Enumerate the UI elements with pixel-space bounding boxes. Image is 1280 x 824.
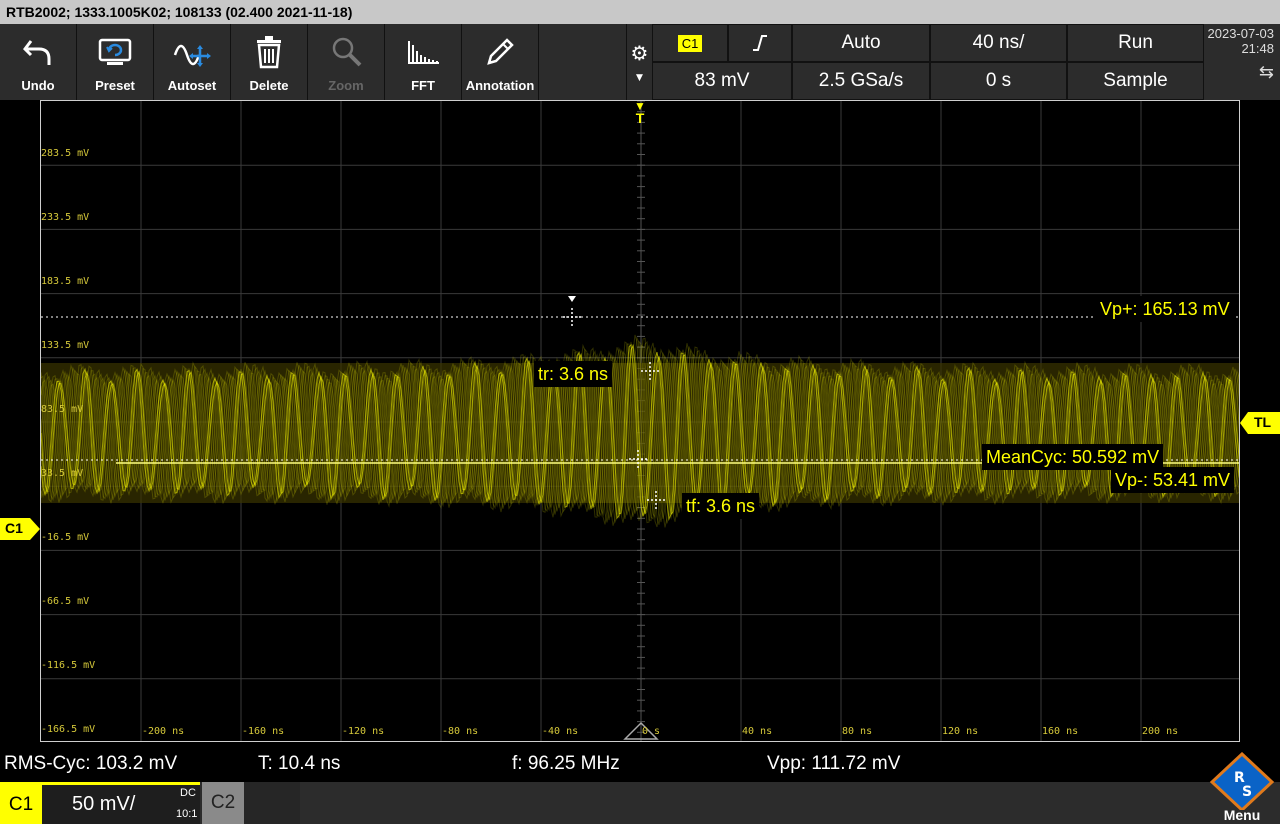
vp-plus-readout: Vp+: 165.13 mV <box>1096 296 1234 322</box>
vpp-measurement: Vpp: 111.72 mV <box>767 753 901 774</box>
fft-icon <box>401 30 445 74</box>
y-axis-label: 133.5 mV <box>41 340 90 351</box>
trigger-mode-button[interactable]: Auto <box>792 24 930 62</box>
x-axis-label: 200 ns <box>1142 726 1179 737</box>
channel-2-label: C2 <box>202 782 244 824</box>
date: 2023-07-03 <box>1207 26 1275 41</box>
x-axis-label: -40 ns <box>542 726 579 737</box>
undo-button[interactable]: Undo <box>0 24 77 100</box>
channel-bar: C1 50 mV/ DC 10:1 C2 R S Menu <box>0 752 1280 824</box>
autoset-icon <box>170 30 214 74</box>
y-axis-label: 33.5 mV <box>41 468 84 479</box>
channel-1-coupling: DC <box>180 787 196 799</box>
autoset-button[interactable]: Autoset <box>154 24 231 100</box>
y-axis-label: 233.5 mV <box>41 212 90 223</box>
x-axis-label: 0 s <box>642 726 661 737</box>
toolbar: Undo Preset Autoset Delete Zoom FFT Anno… <box>0 24 626 100</box>
datetime: 2023-07-03 21:48 ⇆ <box>1204 24 1280 100</box>
y-axis-label: 83.5 mV <box>41 404 84 415</box>
x-axis-label: 160 ns <box>1042 726 1079 737</box>
crosshair-marker <box>563 308 581 326</box>
rise-time-readout: tr: 3.6 ns <box>534 361 613 387</box>
y-axis-label: 283.5 mV <box>41 148 90 159</box>
chevron-down-icon: ▼ <box>636 73 643 83</box>
timebase-button[interactable]: 40 ns/ <box>930 24 1067 62</box>
preset-icon <box>93 30 137 74</box>
x-axis-label: -200 ns <box>142 726 185 737</box>
svg-text:S: S <box>1242 784 1252 800</box>
run-stop-button[interactable]: Run <box>1067 24 1204 62</box>
gear-icon: ⚙ <box>630 41 649 65</box>
rms-measurement: RMS-Cyc: 103.2 mV <box>4 753 178 774</box>
fall-time-readout: tf: 3.6 ns <box>682 493 760 519</box>
channel-1-label: C1 <box>0 785 42 824</box>
x-axis-label: 120 ns <box>942 726 979 737</box>
rising-edge-icon <box>753 35 767 51</box>
trigger-position-marker[interactable]: ▼ T <box>632 100 648 125</box>
zoom-button[interactable]: Zoom <box>308 24 385 100</box>
annotation-button[interactable]: Annotation <box>462 24 539 100</box>
acquisition-mode-button[interactable]: Sample <box>1067 62 1204 100</box>
trash-icon <box>247 30 291 74</box>
x-axis-label: -120 ns <box>342 726 385 737</box>
y-axis-label: -66.5 mV <box>41 596 90 607</box>
trigger-level-marker[interactable]: TL <box>1240 412 1280 434</box>
zoom-icon <box>324 30 368 74</box>
preset-button[interactable]: Preset <box>77 24 154 100</box>
y-axis-label: -16.5 mV <box>41 532 90 543</box>
menu-button[interactable]: R S Menu <box>1204 752 1280 824</box>
waveform-canvas <box>41 101 1239 741</box>
y-axis-label: 183.5 mV <box>41 276 90 287</box>
channel-1-button[interactable]: C1 50 mV/ DC 10:1 <box>0 782 200 824</box>
x-axis-label: -160 ns <box>242 726 285 737</box>
x-axis-label: 40 ns <box>742 726 773 737</box>
x-axis-label: 80 ns <box>842 726 873 737</box>
frequency-measurement: f: 96.25 MHz <box>512 753 620 774</box>
trigger-slope-button[interactable] <box>728 24 792 62</box>
sample-rate-display[interactable]: 2.5 GSa/s <box>792 62 930 100</box>
delete-button[interactable]: Delete <box>231 24 308 100</box>
y-axis-label: -166.5 mV <box>41 724 96 735</box>
pencil-icon <box>478 30 522 74</box>
rohde-schwarz-logo-icon: R S <box>1209 752 1275 810</box>
channel-1-probe: 10:1 <box>176 808 198 820</box>
period-measurement: T: 10.4 ns <box>258 753 341 774</box>
peak-marker <box>568 296 576 302</box>
channel-2-button[interactable]: C2 <box>202 782 300 824</box>
settings-button[interactable]: ⚙ ▼ <box>626 24 652 100</box>
trigger-level-button[interactable]: 83 mV <box>652 62 792 100</box>
fft-button[interactable]: FFT <box>385 24 462 100</box>
vp-minus-readout: Vp-: 53.41 mV <box>1111 467 1235 493</box>
time: 21:48 <box>1241 41 1274 56</box>
trigger-source-badge: C1 <box>677 34 703 52</box>
waveform-display[interactable] <box>40 100 1240 742</box>
horizontal-position-button[interactable]: 0 s <box>930 62 1067 100</box>
menu-label: Menu <box>1223 807 1261 823</box>
channel-1-scale: 50 mV/ <box>72 793 136 815</box>
y-axis-label: -116.5 mV <box>41 660 96 671</box>
window-title: RTB2002; 1333.1005K02; 108133 (02.400 20… <box>0 0 1280 24</box>
x-axis-label: -80 ns <box>442 726 479 737</box>
trigger-source-button[interactable]: C1 <box>652 24 728 62</box>
usb-icon: ⇆ <box>1258 62 1274 82</box>
channel-offset-marker[interactable]: C1 <box>0 518 40 540</box>
undo-icon <box>16 30 60 74</box>
